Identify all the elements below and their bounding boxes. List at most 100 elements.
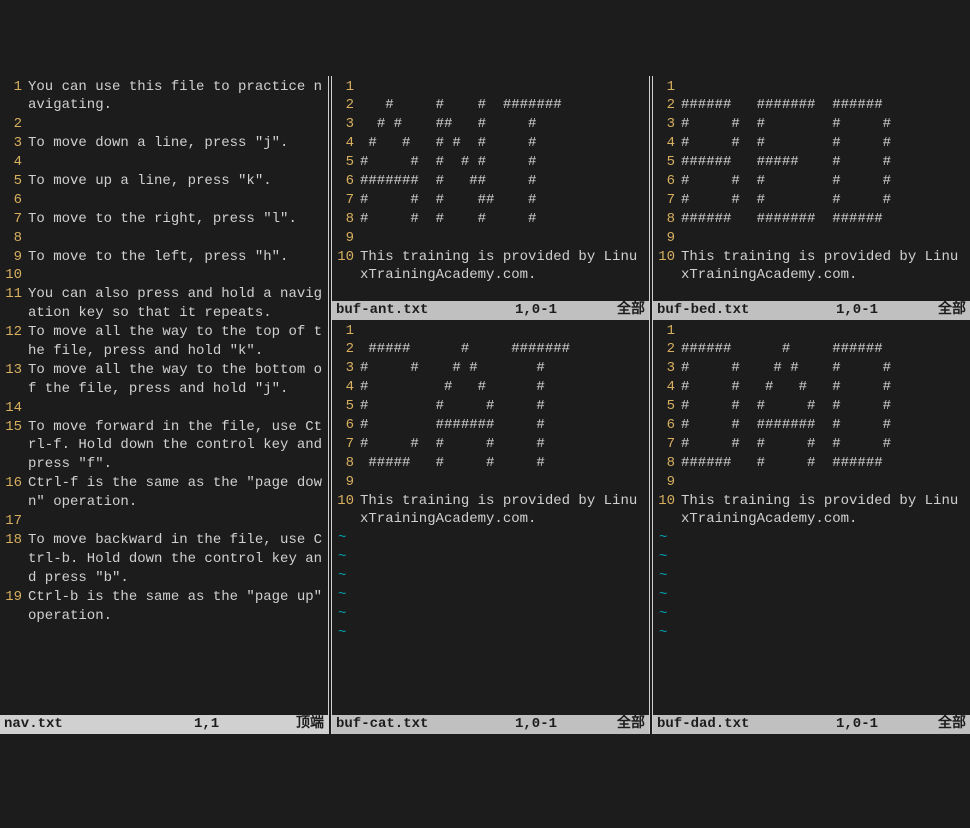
buffer-line: 10This training is provided by LinuxTrai…: [334, 248, 645, 286]
tilde-line: ~: [334, 605, 645, 624]
status-percent: 顶端: [284, 715, 324, 734]
line-number: 8: [334, 210, 360, 229]
line-text: # # # ## #: [360, 191, 645, 210]
buffer-line: 10This training is provided by LinuxTrai…: [655, 492, 966, 530]
line-text: # # # # # #: [681, 397, 966, 416]
buffer-line: 2###### # ######: [655, 340, 966, 359]
line-text: To move to the left, press "h".: [28, 248, 324, 267]
buffer-bed[interactable]: 12###### ####### ######3# # # # #4# # # …: [653, 76, 970, 301]
buffer-line: 3 # # ## # #: [334, 115, 645, 134]
buffer-line: 1: [655, 322, 966, 341]
line-number: 6: [655, 172, 681, 191]
buffer-line: 8###### # # ######: [655, 454, 966, 473]
buffer-line: 13To move all the way to the bottom of t…: [2, 361, 324, 399]
line-text: [681, 473, 966, 492]
buffer-line: 6# # # # #: [655, 172, 966, 191]
line-text: To move all the way to the bottom of the…: [28, 361, 324, 399]
buffer-line: 8###### ####### ######: [655, 210, 966, 229]
line-number: 7: [2, 210, 28, 229]
buffer-ant[interactable]: 12 # # # #######3 # # ## # #4 # # # # # …: [332, 76, 649, 301]
buffer-line: 9: [334, 473, 645, 492]
line-text: # # ## # #: [360, 115, 645, 134]
line-text: [28, 512, 324, 531]
line-number: 6: [334, 172, 360, 191]
line-number: 9: [655, 473, 681, 492]
line-text: [360, 78, 645, 97]
line-text: # # # # #: [360, 435, 645, 454]
statusline-nav: nav.txt 1,1 顶端: [0, 715, 328, 734]
buffer-line: 19Ctrl-b is the same as the "page up" op…: [2, 588, 324, 626]
buffer-line: 6: [2, 191, 324, 210]
status-percent: 全部: [926, 301, 966, 320]
buffer-line: 18To move backward in the file, use Ctrl…: [2, 531, 324, 588]
line-number: 1: [334, 322, 360, 341]
vertical-split-2[interactable]: [649, 76, 653, 734]
buffer-line: 8 ##### # # #: [334, 454, 645, 473]
buffer-line: 10This training is provided by LinuxTrai…: [655, 248, 966, 286]
line-text: You can also press and hold a navigation…: [28, 285, 324, 323]
line-number: 4: [655, 378, 681, 397]
status-position: 1,0-1: [515, 301, 605, 320]
line-number: 10: [655, 492, 681, 530]
tilde-line: ~: [655, 529, 966, 548]
line-text: ####### # ## #: [360, 172, 645, 191]
line-number: 3: [334, 359, 360, 378]
line-text: ###### ##### # #: [681, 153, 966, 172]
line-text: # # # #######: [360, 96, 645, 115]
line-number: 7: [334, 435, 360, 454]
line-number: 2: [2, 115, 28, 134]
buffer-line: 7To move to the right, press "l".: [2, 210, 324, 229]
line-number: 10: [655, 248, 681, 286]
buffer-line: 5# # # # # #: [655, 397, 966, 416]
line-text: [28, 191, 324, 210]
buffer-nav[interactable]: 1You can use this file to practice navig…: [0, 76, 328, 715]
line-number: 1: [2, 78, 28, 116]
buffer-line: 5###### ##### # #: [655, 153, 966, 172]
line-number: 6: [2, 191, 28, 210]
buffer-line: 5To move up a line, press "k".: [2, 172, 324, 191]
pane-nav[interactable]: 1You can use this file to practice navig…: [0, 76, 328, 734]
buffer-line: 10This training is provided by LinuxTrai…: [334, 492, 645, 530]
line-text: # # # # # #: [681, 378, 966, 397]
line-number: 7: [655, 435, 681, 454]
tilde-line: ~: [334, 567, 645, 586]
line-number: 4: [2, 153, 28, 172]
line-number: 12: [2, 323, 28, 361]
status-filename: buf-ant.txt: [336, 301, 515, 320]
pane-ant[interactable]: 12 # # # #######3 # # ## # #4 # # # # # …: [332, 76, 649, 320]
buffer-line: 5# # # #: [334, 397, 645, 416]
line-text: # # # # #: [681, 115, 966, 134]
status-position: 1,1: [194, 715, 284, 734]
pane-bed[interactable]: 12###### ####### ######3# # # # #4# # # …: [653, 76, 970, 320]
middle-column: 12 # # # #######3 # # ## # #4 # # # # # …: [332, 76, 649, 734]
pane-cat[interactable]: 12 ##### # #######3# # # # #4# # # #5# #…: [332, 320, 649, 734]
buffer-line: 6# # ####### # #: [655, 416, 966, 435]
line-number: 18: [2, 531, 28, 588]
buffer-line: 1: [334, 322, 645, 341]
buffer-line: 12To move all the way to the top of the …: [2, 323, 324, 361]
buffer-line: 7# # # # #: [655, 191, 966, 210]
buffer-line: 8# # # # #: [334, 210, 645, 229]
status-filename: nav.txt: [4, 715, 194, 734]
status-filename: buf-dad.txt: [657, 715, 836, 734]
tilde-line: ~: [334, 529, 645, 548]
line-number: 19: [2, 588, 28, 626]
buffer-line: 6####### # ## #: [334, 172, 645, 191]
tilde-line: ~: [655, 586, 966, 605]
buffer-line: 6# ####### #: [334, 416, 645, 435]
line-number: 5: [655, 397, 681, 416]
tilde-line: ~: [655, 567, 966, 586]
line-text: This training is provided by LinuxTraini…: [360, 248, 645, 286]
line-number: 2: [334, 96, 360, 115]
line-number: 2: [334, 340, 360, 359]
pane-dad[interactable]: 12###### # ######3# # # # # #4# # # # # …: [653, 320, 970, 734]
buffer-line: 4: [2, 153, 324, 172]
line-number: 4: [655, 134, 681, 153]
line-number: 10: [334, 492, 360, 530]
status-percent: 全部: [605, 301, 645, 320]
line-text: [28, 399, 324, 418]
buffer-dad[interactable]: 12###### # ######3# # # # # #4# # # # # …: [653, 320, 970, 715]
line-text: [681, 229, 966, 248]
vertical-split-1[interactable]: [328, 76, 332, 734]
buffer-cat[interactable]: 12 ##### # #######3# # # # #4# # # #5# #…: [332, 320, 649, 715]
